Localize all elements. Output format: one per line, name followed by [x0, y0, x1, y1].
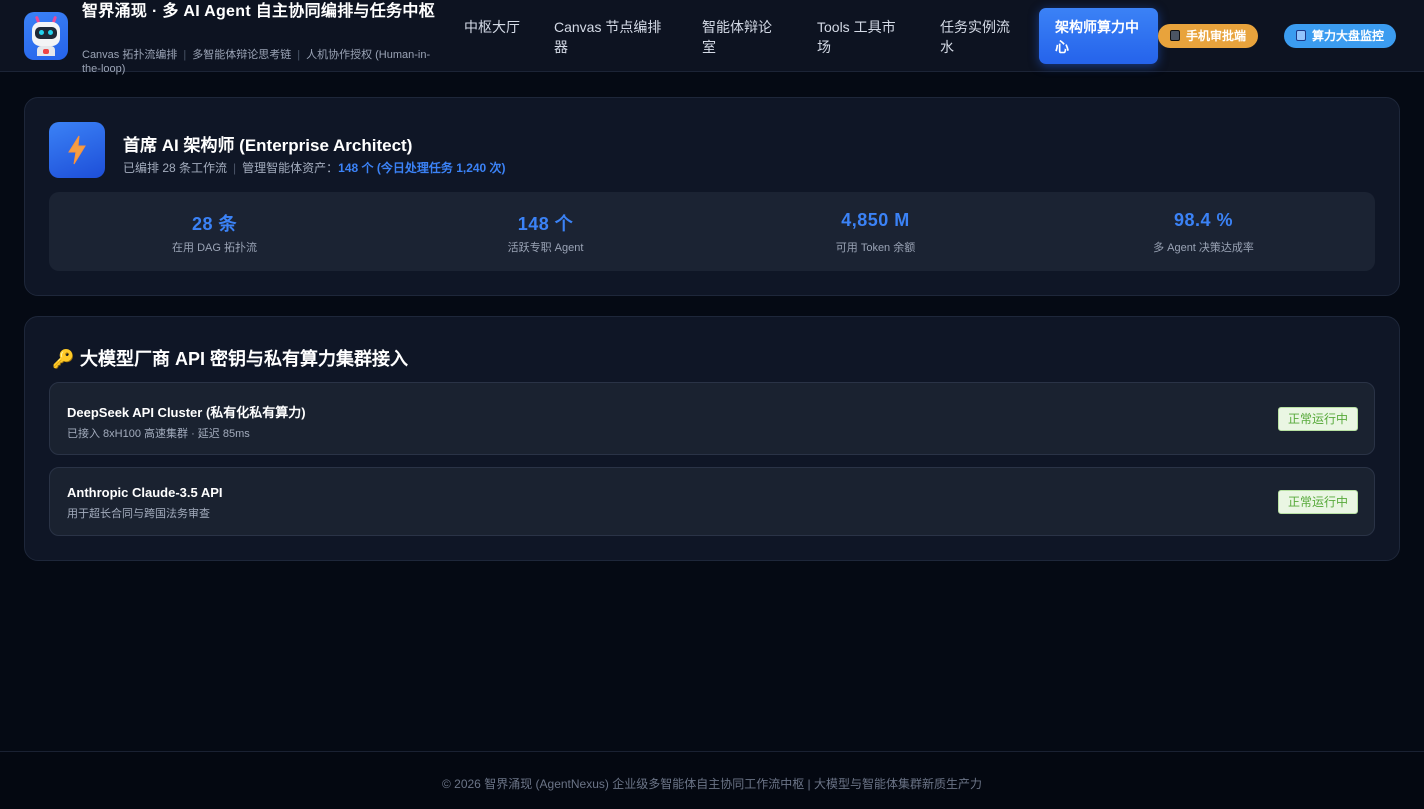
assets-value: 148 个 (今日处理任务 1,240 次) [338, 161, 506, 175]
stat-dag: 28 条 在用 DAG 拓扑流 [49, 192, 380, 271]
api-name: DeepSeek API Cluster (私有化私有算力) [67, 405, 306, 420]
nav-architect-center-label: 架构师算力中心 [1055, 19, 1139, 55]
profile-summary: 已编排 28 条工作流 | 管理智能体资产：148 个 (今日处理任务 1,240 … [123, 159, 506, 176]
app-title: 智界涌现 · 多 AI Agent 自主协同编排与任务中枢 [82, 3, 435, 20]
stat-label: 活跃专职 Agent [507, 242, 584, 254]
stat-agents: 148 个 活跃专职 Agent [380, 192, 711, 271]
api-name: Anthropic Claude-3.5 API [67, 485, 223, 500]
stat-value: 98.4 % [1173, 210, 1234, 230]
footer-text: © 2026 智界涌现 (AgentNexus) 企业级多智能体自主协同工作流中… [441, 777, 983, 791]
workflow-count: 已编排 28 条工作流 [123, 161, 228, 175]
nav-task-flow[interactable]: 任务实例流水 [940, 17, 1016, 57]
nav-canvas-editor[interactable]: Canvas 节点编排器 [554, 17, 672, 57]
nav-architect-center[interactable]: 架构师算力中心 [1039, 8, 1158, 64]
key-icon: 🔑 [52, 349, 75, 369]
stat-label: 多 Agent 决策达成率 [1153, 242, 1254, 254]
stat-value: 148 个 [517, 214, 574, 234]
api-item-deepseek[interactable]: DeepSeek API Cluster (私有化私有算力) 已接入 8xH10… [49, 382, 1375, 455]
section-title: 🔑 大模型厂商 API 密钥与私有算力集群接入 [52, 345, 408, 371]
dashboard-monitor-label: 算力大盘监控 [1312, 29, 1385, 43]
stat-success-rate: 98.4 % 多 Agent 决策达成率 [1038, 192, 1369, 271]
assets-label: 管理智能体资产： [242, 161, 339, 175]
divider: | [233, 161, 237, 175]
mobile-icon [1170, 30, 1180, 41]
divider: | [297, 49, 301, 61]
architect-profile-card: 首席 AI 架构师 (Enterprise Architect) 已编排 28 … [24, 97, 1400, 296]
section-title-text: 大模型厂商 API 密钥与私有算力集群接入 [80, 349, 409, 369]
stats-panel: 28 条 在用 DAG 拓扑流 148 个 活跃专职 Agent 4,850 M… [49, 192, 1375, 271]
app-subtitle: Canvas 拓扑流编排 | 多智能体辩论思考链 | 人机协作授权 (Human-in-… [82, 48, 447, 76]
nav-tools-market[interactable]: Tools 工具市场 [817, 17, 909, 57]
dashboard-monitor-button[interactable]: 算力大盘监控 [1284, 24, 1397, 48]
api-item-claude[interactable]: Anthropic Claude-3.5 API 用于超长合同与跨国法务审查 正… [49, 467, 1375, 536]
status-badge: 正常运行中 [1278, 490, 1358, 514]
api-cluster-card: 🔑 大模型厂商 API 密钥与私有算力集群接入 DeepSeek API Clus… [24, 316, 1400, 561]
stat-value: 4,850 M [841, 210, 910, 230]
api-desc: 用于超长合同与跨国法务审查 [67, 508, 210, 520]
nav-debate-room[interactable]: 智能体辩论室 [702, 17, 778, 57]
status-badge: 正常运行中 [1278, 407, 1358, 431]
stat-tokens: 4,850 M 可用 Token 余额 [710, 192, 1041, 271]
mobile-approval-label: 手机审批端 [1186, 29, 1247, 43]
divider: | [183, 49, 187, 61]
nav-hub-hall[interactable]: 中枢大厅 [464, 17, 524, 37]
subtitle-item: 多智能体辩论思考链 [192, 49, 292, 61]
lightning-icon [49, 122, 105, 178]
mobile-approval-button[interactable]: 手机审批端 [1158, 24, 1259, 48]
stat-label: 在用 DAG 拓扑流 [172, 242, 257, 254]
profile-title: 首席 AI 架构师 (Enterprise Architect) [123, 136, 413, 155]
top-header: 智界涌现 · 多 AI Agent 自主协同编排与任务中枢 Canvas 拓扑流… [0, 0, 1424, 75]
stat-value: 28 条 [191, 214, 238, 234]
stat-label: 可用 Token 余额 [835, 242, 916, 254]
page-footer: © 2026 智界涌现 (AgentNexus) 企业级多智能体自主协同工作流中… [0, 751, 1424, 809]
subtitle-item: Canvas 拓扑流编排 [82, 49, 178, 61]
robot-logo-icon[interactable] [24, 12, 68, 60]
monitor-icon [1296, 30, 1306, 41]
api-desc: 已接入 8xH100 高速集群 · 延迟 85ms [67, 428, 250, 440]
